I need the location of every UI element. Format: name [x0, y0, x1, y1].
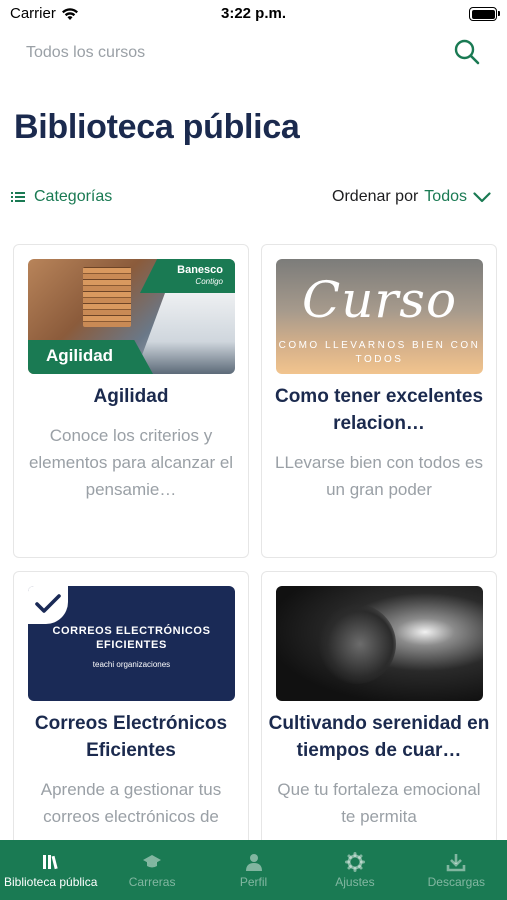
thumbnail-title: CORREOS ELECTRÓNICOS EFICIENTES: [52, 625, 211, 651]
course-card-correos[interactable]: CORREOS ELECTRÓNICOS EFICIENTES teachi o…: [13, 571, 249, 840]
tab-perfil[interactable]: Perfil: [203, 840, 304, 900]
course-card-relaciones[interactable]: Curso COMO LLEVARNOS BIEN CON TODOS Como…: [261, 244, 497, 558]
tab-ajustes[interactable]: Ajustes: [304, 840, 405, 900]
course-title: Como tener excelentes relacion…: [274, 386, 484, 434]
jenga-tower-image: [83, 267, 131, 327]
gear-icon: [344, 852, 365, 872]
course-card-agilidad[interactable]: Banesco Contigo Agilidad Agilidad Conoce …: [13, 244, 249, 558]
face-shadow-image: [316, 604, 396, 684]
tab-carreras[interactable]: Carreras: [101, 840, 202, 900]
library-icon: [42, 855, 58, 870]
search-button[interactable]: [453, 38, 481, 66]
sort-control: Ordenar por Todos: [332, 188, 491, 206]
course-thumbnail: [276, 586, 483, 701]
thumbnail-subtitle: COMO LLEVARNOS BIEN CON TODOS: [278, 340, 481, 365]
page-title: Biblioteca pública: [14, 108, 300, 146]
categories-button[interactable]: Categorías: [11, 188, 112, 206]
course-title: Agilidad: [93, 386, 169, 407]
search-input[interactable]: Todos los cursos: [26, 44, 145, 62]
sort-label: Ordenar por: [332, 188, 419, 205]
course-title: Cultivando serenidad en tiempos de cuar…: [268, 713, 490, 761]
user-icon: [245, 854, 262, 871]
course-grid: Banesco Contigo Agilidad Agilidad Conoce …: [13, 244, 497, 840]
filter-bar: Categorías Ordenar por Todos: [0, 188, 507, 212]
bottom-tab-bar: Biblioteca pública Carreras Perfil Ajust…: [0, 840, 507, 900]
tab-label: Perfil: [239, 875, 268, 889]
download-icon: [447, 854, 466, 872]
course-description: Aprende a gestionar tus correos electrón…: [40, 780, 222, 826]
list-icon: [11, 192, 25, 202]
course-thumbnail: Banesco Contigo Agilidad: [28, 259, 235, 374]
search-icon: [454, 39, 480, 65]
thumbnail-label: Agilidad: [46, 346, 114, 365]
course-description: LLevarse bien con todos es un gran poder: [275, 453, 483, 499]
chevron-down-icon: [473, 191, 491, 202]
status-bar: Carrier 3:22 p.m.: [0, 0, 507, 30]
graduation-cap-icon: [143, 855, 162, 868]
tab-biblioteca[interactable]: Biblioteca pública: [0, 840, 101, 900]
tab-label: Descargas: [427, 875, 485, 889]
checkmark-icon: [35, 594, 61, 613]
course-thumbnail: Curso COMO LLEVARNOS BIEN CON TODOS: [276, 259, 483, 374]
completed-badge: [28, 586, 68, 624]
course-thumbnail: CORREOS ELECTRÓNICOS EFICIENTES teachi o…: [28, 586, 235, 701]
sort-dropdown[interactable]: Todos: [424, 188, 491, 206]
battery-icon: [469, 7, 500, 21]
tab-label: Carreras: [128, 875, 176, 889]
course-card-serenidad[interactable]: Cultivando serenidad en tiempos de cuar……: [261, 571, 497, 840]
course-description: Conoce los criterios y elementos para al…: [28, 426, 234, 499]
thumbnail-brand: teachi organizaciones: [92, 660, 171, 669]
course-description: Que tu fortaleza emocional te permita: [277, 780, 481, 826]
banesco-logo-text: Banesco Contigo: [177, 264, 223, 287]
course-title: Correos Electrónicos Eficientes: [34, 713, 228, 761]
tab-label: Ajustes: [335, 875, 375, 889]
search-bar[interactable]: Todos los cursos: [0, 38, 507, 68]
thumbnail-word: Curso: [301, 271, 458, 329]
tab-descargas[interactable]: Descargas: [406, 840, 507, 900]
people-working-image: [135, 293, 235, 374]
status-time: 3:22 p.m.: [220, 5, 287, 22]
categories-label: Categorías: [34, 188, 113, 205]
tab-label: Biblioteca pública: [4, 875, 98, 889]
sort-value: Todos: [424, 188, 467, 205]
